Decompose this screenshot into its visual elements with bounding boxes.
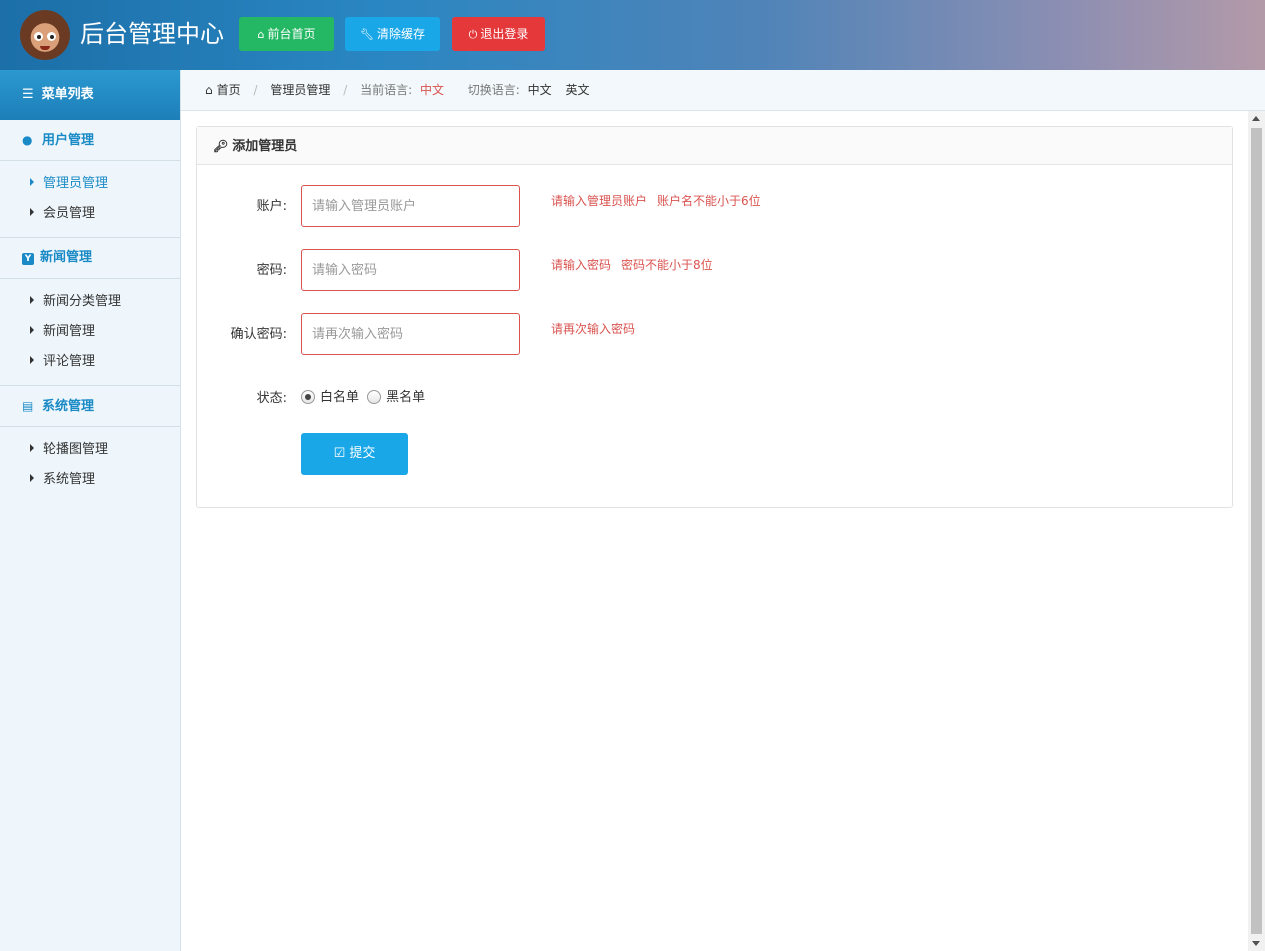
caret-right-icon — [30, 178, 34, 186]
vertical-scrollbar[interactable] — [1248, 111, 1265, 951]
sidebar-sub-system: 轮播图管理 系统管理 — [0, 427, 180, 503]
sidebar-item-system[interactable]: 系统管理 — [0, 465, 180, 495]
blacklist-radio[interactable] — [367, 390, 382, 404]
current-language-label: 当前语言: — [360, 83, 413, 97]
sidebar-item-news-category[interactable]: 新闻分类管理 — [0, 287, 180, 317]
breadcrumb: ⌂ 首页 / 管理员管理 / 当前语言: 中文 切换语言: 中文 英文 — [181, 70, 1265, 111]
sidebar-sub-users: 管理员管理 会员管理 — [0, 161, 180, 238]
caret-right-icon — [30, 444, 34, 452]
current-language-value: 中文 — [419, 83, 444, 97]
menu-header: ☰ 菜单列表 — [0, 70, 180, 120]
caret-right-icon — [30, 474, 34, 482]
status-label: 状态: — [256, 391, 287, 406]
clear-cache-button[interactable]: 🔧︎ 清除缓存 — [345, 17, 440, 51]
avatar — [20, 10, 70, 60]
home-icon: ⌂ — [205, 83, 213, 97]
confirm-password-error: 请再次输入密码 — [551, 322, 636, 336]
list-icon: ☰ — [22, 87, 34, 102]
password-input[interactable] — [301, 249, 520, 291]
caret-right-icon — [30, 296, 34, 304]
breadcrumb-home[interactable]: ⌂ 首页 — [205, 70, 241, 110]
switch-language-zh[interactable]: 中文 — [528, 70, 552, 110]
frontend-home-button[interactable]: ⌂ 前台首页 — [239, 17, 334, 51]
caret-right-icon — [30, 326, 34, 334]
submit-button[interactable]: ☑ 提交 — [301, 433, 408, 475]
breadcrumb-separator: / — [253, 83, 258, 97]
whitelist-radio[interactable] — [301, 390, 315, 404]
user-icon: ● — [22, 133, 33, 147]
confirm-password-input[interactable] — [301, 313, 520, 355]
add-admin-panel: 🔑︎添加管理员 账户: 请输入管理员账户账户名不能小于6位 密码: 请输入密码密… — [196, 126, 1233, 508]
blacklist-label[interactable]: 黑名单 — [386, 390, 425, 405]
password-label: 密码: — [256, 263, 287, 278]
panel-title: 添加管理员 — [232, 139, 298, 154]
account-input[interactable] — [301, 185, 520, 227]
sidebar-item-carousel[interactable]: 轮播图管理 — [0, 435, 180, 465]
top-header: 后台管理中心 ⌂ 前台首页 🔧︎ 清除缓存 ⏻ 退出登录 — [0, 0, 1265, 70]
switch-language-en[interactable]: 英文 — [566, 70, 590, 110]
sidebar-group-system[interactable]: ▤ 系统管理 — [0, 386, 180, 427]
sidebar-item-news[interactable]: 新闻管理 — [0, 317, 180, 347]
password-error: 请输入密码 密码不能小于8位 — [551, 258, 713, 272]
sidebar: ☰ 菜单列表 ● 用户管理 管理员管理 会员管理 Y 新闻管理 新闻分类管理 新闻管理… — [0, 70, 181, 951]
sidebar-item-members[interactable]: 会员管理 — [0, 199, 180, 229]
scroll-up-arrow-icon[interactable] — [1252, 116, 1260, 121]
scrollbar-thumb[interactable] — [1251, 128, 1262, 934]
sidebar-group-users[interactable]: ● 用户管理 — [0, 120, 180, 161]
breadcrumb-separator: / — [343, 83, 348, 97]
panel-header: 🔑︎ 添加管理员 — [197, 127, 1232, 165]
power-icon: ⏻ — [468, 28, 478, 41]
app-title: 后台管理中心 — [80, 20, 224, 48]
caret-right-icon — [30, 356, 34, 364]
switch-language-label: 切换语言: — [467, 83, 520, 97]
key-icon: 🔑︎ — [213, 139, 229, 153]
scroll-down-arrow-icon[interactable] — [1252, 941, 1260, 946]
sidebar-item-admin[interactable]: 管理员管理 — [0, 169, 180, 199]
confirm-password-label: 确认密码: — [230, 327, 287, 342]
whitelist-label[interactable]: 白名单 — [320, 390, 359, 405]
sidebar-group-news[interactable]: Y 新闻管理 — [0, 238, 180, 279]
sidebar-item-comments[interactable]: 评论管理 — [0, 347, 180, 377]
news-icon: Y — [22, 253, 34, 265]
logout-button[interactable]: ⏻ 退出登录 — [452, 17, 545, 51]
account-error: 请输入管理员账户 账户名不能小于6位 — [551, 194, 761, 208]
account-label: 账户: — [256, 199, 287, 214]
home-icon: ⌂ — [257, 28, 265, 41]
wrench-icon: 🔧︎ — [360, 28, 374, 41]
status-radio-group: 白名单 黑名单 — [301, 386, 429, 405]
sidebar-sub-news: 新闻分类管理 新闻管理 评论管理 — [0, 279, 180, 386]
breadcrumb-current: 管理员管理 — [270, 83, 331, 97]
system-icon: ▤ — [22, 399, 34, 413]
caret-right-icon — [30, 208, 34, 216]
check-square-icon: ☑ — [333, 446, 346, 461]
